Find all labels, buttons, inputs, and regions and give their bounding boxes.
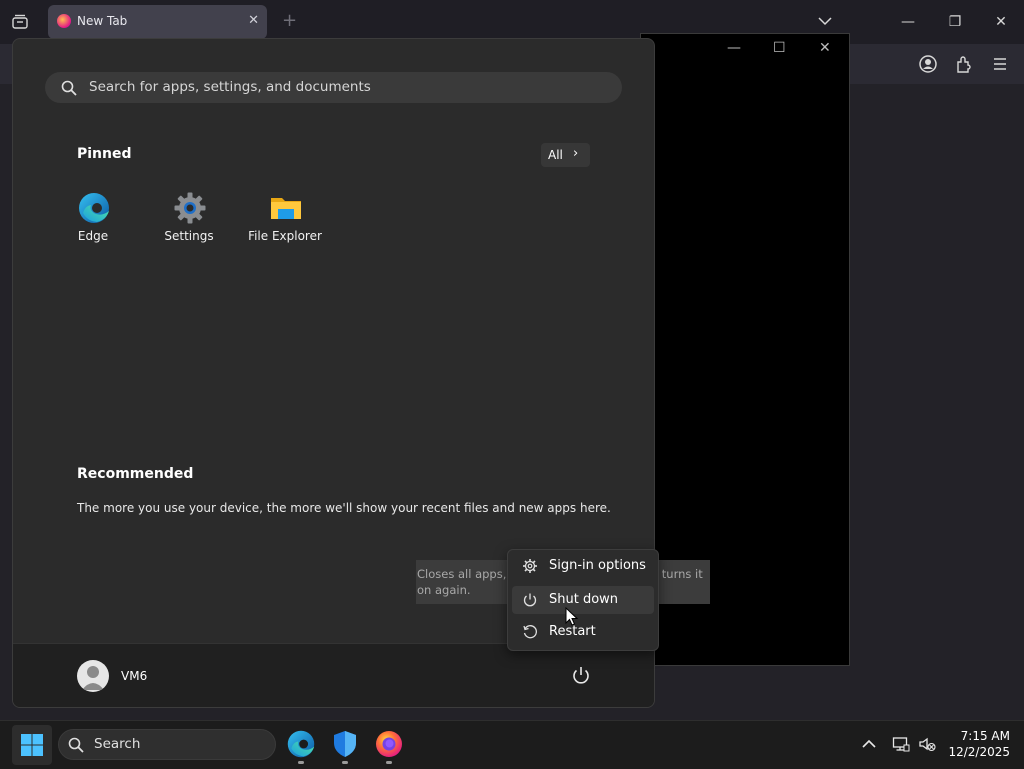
start-search-input[interactable]: Search for apps, settings, and documents <box>45 72 622 103</box>
clock-time: 7:15 AM <box>960 729 1010 743</box>
app-label: Settings <box>164 229 214 243</box>
all-apps-button[interactable]: All › <box>541 143 590 167</box>
tab-close-icon[interactable]: ✕ <box>248 13 259 28</box>
user-icon <box>82 666 104 690</box>
taskbar-search-label: Search <box>94 736 141 752</box>
taskbar-firefox-icon[interactable] <box>374 729 404 759</box>
taskbar-edge-icon[interactable] <box>286 729 316 759</box>
clock-date: 12/2/2025 <box>948 745 1010 759</box>
pinned-heading: Pinned <box>77 146 132 162</box>
firefox-favicon-icon <box>57 14 71 28</box>
running-indicator <box>298 761 304 764</box>
user-name[interactable]: VM6 <box>121 669 147 683</box>
app-label: File Explorer <box>248 229 322 243</box>
search-icon <box>61 80 77 96</box>
recommended-heading: Recommended <box>77 466 194 482</box>
menu-item-restart[interactable]: Restart <box>512 618 654 646</box>
new-tab-button[interactable]: + <box>282 10 297 31</box>
restart-icon <box>523 625 537 639</box>
minimize-icon[interactable]: — <box>896 10 920 34</box>
start-button[interactable] <box>12 725 52 765</box>
menu-item-label: Shut down <box>549 592 619 607</box>
close-icon[interactable]: ✕ <box>989 10 1013 34</box>
menu-hamburger-icon[interactable] <box>990 54 1010 74</box>
volume-muted-icon[interactable] <box>918 735 936 753</box>
taskbar-clock[interactable]: 7:15 AM 12/2/2025 <box>940 728 1010 760</box>
search-placeholder: Search for apps, settings, and documents <box>89 79 371 95</box>
recommended-empty-text: The more you use your device, the more w… <box>77 501 611 515</box>
user-avatar[interactable] <box>77 660 109 692</box>
gear-icon <box>523 559 537 573</box>
power-menu: Sign-in options Shut down Restart <box>507 549 659 651</box>
folder-icon <box>271 198 301 219</box>
app-label: Edge <box>77 229 109 243</box>
taskbar: Search 7:15 AM 12/2/2025 <box>0 720 1024 769</box>
running-indicator <box>386 761 392 764</box>
browser-tab[interactable]: New Tab ✕ <box>48 5 267 39</box>
account-icon[interactable] <box>918 54 938 74</box>
maximize-icon[interactable]: ☐ <box>773 40 786 56</box>
mouse-cursor-icon <box>565 607 579 626</box>
settings-gear-icon <box>174 192 206 224</box>
all-apps-label: All <box>548 148 563 162</box>
taskbar-defender-shield-icon[interactable] <box>330 729 360 759</box>
tab-title: New Tab <box>77 14 128 28</box>
list-all-tabs-icon[interactable] <box>816 12 834 30</box>
edge-icon <box>79 193 109 223</box>
pinned-app-settings[interactable]: Settings <box>141 189 237 251</box>
pinned-app-edge[interactable]: Edge <box>45 189 141 251</box>
taskbar-search-box[interactable]: Search <box>58 729 276 760</box>
menu-item-label: Sign-in options <box>549 558 646 573</box>
running-indicator <box>342 761 348 764</box>
restore-icon[interactable]: ❐ <box>943 10 967 34</box>
power-icon <box>523 593 537 607</box>
extensions-icon[interactable] <box>954 54 974 74</box>
windows-logo-icon <box>21 734 43 756</box>
minimize-icon[interactable]: — <box>727 40 741 56</box>
close-icon[interactable]: ✕ <box>819 40 831 56</box>
chevron-right-icon: › <box>573 146 579 161</box>
start-footer: VM6 <box>13 643 654 707</box>
menu-item-sign-in-options[interactable]: Sign-in options <box>512 552 654 580</box>
power-icon[interactable] <box>569 664 593 688</box>
tab-overview-icon[interactable] <box>10 12 30 32</box>
network-monitor-icon[interactable] <box>892 735 910 753</box>
pinned-app-file-explorer[interactable]: File Explorer <box>237 189 333 251</box>
search-icon <box>68 737 84 753</box>
chevron-up-icon[interactable] <box>860 735 878 753</box>
menu-item-shut-down[interactable]: Shut down <box>512 586 654 614</box>
